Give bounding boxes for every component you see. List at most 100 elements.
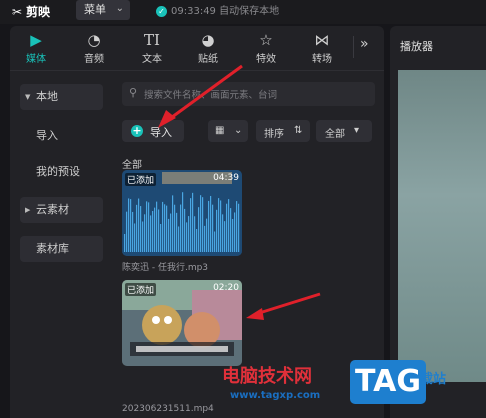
tab-effects[interactable]: ☆ 特效: [246, 30, 286, 65]
menu-label: 菜单: [84, 3, 106, 16]
duration-label: 04:39: [213, 173, 239, 183]
waveform-bar: [130, 199, 132, 252]
waveform-bar: [140, 206, 142, 252]
media-card-audio[interactable]: 已添加 04:39: [122, 170, 242, 256]
waveform-bar: [216, 209, 218, 252]
watermark-site-name: 电脑技术网: [222, 366, 312, 387]
waveform-bar: [184, 208, 186, 252]
tab-label: 媒体: [26, 54, 46, 65]
waveform-bar: [210, 195, 212, 252]
waveform-bar: [144, 214, 146, 252]
waveform-bar: [232, 218, 234, 252]
waveform-bar: [190, 198, 192, 252]
waveform-bar: [154, 207, 156, 252]
waveform-bar: [202, 197, 204, 252]
watermark-right-text: 载站: [420, 372, 447, 387]
waveform-bar: [152, 211, 154, 252]
waveform-bar: [194, 216, 196, 252]
media-filename: 陈奕迅 - 任我行.mp3: [122, 263, 209, 273]
waveform-bar: [148, 202, 150, 252]
app-logo: ✂ 剪映: [12, 3, 50, 20]
waveform-bar: [198, 207, 200, 252]
waveform-bar: [220, 200, 222, 252]
sidebar-item-cloud[interactable]: ▶ 云素材: [20, 197, 103, 223]
autosave-text: 09:33:49 自动保存本地: [171, 6, 280, 17]
media-icon: ▶: [30, 31, 42, 49]
tab-audio[interactable]: ◔ 音频: [74, 30, 114, 65]
tab-media[interactable]: ▶ 媒体: [16, 30, 56, 65]
sidebar-item-library[interactable]: 素材库: [20, 236, 103, 262]
sidebar-item-label: 素材库: [36, 242, 69, 255]
app-name: 剪映: [26, 5, 51, 19]
waveform-bar: [214, 231, 216, 252]
sidebar-item-label: 本地: [36, 90, 58, 103]
waveform-bar: [192, 192, 194, 252]
waveform-bar: [134, 223, 136, 252]
check-icon: ✓: [156, 5, 167, 17]
transition-icon: ⋈: [314, 31, 330, 49]
sidebar-item-import[interactable]: 导入: [20, 123, 103, 149]
tab-label: 转场: [312, 54, 332, 65]
waveform-bar: [156, 201, 158, 252]
player-title: 播放器: [400, 40, 433, 53]
chevron-down-icon: ⌄: [115, 3, 124, 14]
sidebar-item-local[interactable]: ▼ 本地: [20, 84, 103, 110]
waveform-bar: [166, 205, 168, 252]
waveform-bar: [212, 204, 214, 252]
watermark-tag-logo: TAG: [350, 360, 426, 404]
tab-label: 特效: [256, 54, 276, 65]
watermark-url: www.tagxp.com: [230, 390, 321, 401]
top-bar: ✂ 剪映 菜单 ⌄ ✓ 09:33:49 自动保存本地: [0, 0, 486, 24]
waveform-bar: [138, 198, 140, 252]
waveform-bar: [226, 203, 228, 252]
tab-divider: [353, 36, 354, 58]
waveform-bar: [182, 192, 184, 252]
waveform-bar: [196, 228, 198, 252]
filter-icon: ▾: [354, 125, 360, 136]
waveform-bar: [224, 221, 226, 252]
waveform-bar: [228, 199, 230, 252]
waveform-bar: [204, 225, 206, 252]
added-badge: 已添加: [125, 283, 157, 296]
waveform-bar: [206, 218, 208, 252]
waveform-bar: [176, 212, 178, 252]
sticker-icon: ◕: [201, 31, 215, 49]
annotation-arrow-import: [158, 64, 243, 128]
menu-button[interactable]: 菜单 ⌄: [76, 0, 130, 20]
waveform-bar: [168, 218, 170, 252]
filter-button[interactable]: 全部 ▾: [316, 120, 372, 142]
media-card-video[interactable]: 已添加 02:20: [122, 280, 242, 366]
waveform-bar: [188, 216, 190, 252]
capcut-logo-icon: ✂: [12, 5, 23, 19]
duration-label: 02:20: [213, 283, 239, 293]
waveform-bar: [238, 203, 240, 252]
player-preview[interactable]: [398, 70, 486, 382]
tab-transition[interactable]: ⋈ 转场: [302, 30, 342, 65]
waveform-bar: [234, 212, 236, 252]
waveform-bar: [128, 198, 130, 252]
annotation-arrow-video: [246, 292, 321, 320]
waveform-bar: [162, 201, 164, 252]
search-icon: ⚲: [129, 86, 138, 99]
waveform-bar: [136, 204, 138, 252]
waveform-bar: [180, 204, 182, 252]
waveform-bar: [208, 200, 210, 252]
waveform-bar: [178, 226, 180, 252]
more-tabs-icon[interactable]: »: [360, 36, 369, 52]
tab-label: 音频: [84, 54, 104, 65]
waveform-bar: [126, 211, 128, 252]
section-label: 全部: [122, 160, 142, 171]
waveform-bar: [172, 195, 174, 252]
preview-image: [398, 70, 486, 382]
autosave-status: ✓ 09:33:49 自动保存本地: [156, 2, 279, 17]
plus-icon: +: [131, 124, 143, 137]
sort-label: 排序: [264, 129, 284, 140]
waveform-bar: [132, 211, 134, 252]
sidebar-item-presets[interactable]: 我的预设: [20, 159, 103, 185]
waveform-bar: [200, 195, 202, 252]
waveform-bar: [174, 204, 176, 252]
sort-button[interactable]: 排序 ⇅: [256, 120, 310, 142]
waveform-bar: [222, 214, 224, 252]
caret-down-icon: ▼: [25, 93, 31, 101]
waveform-bar: [230, 208, 232, 252]
